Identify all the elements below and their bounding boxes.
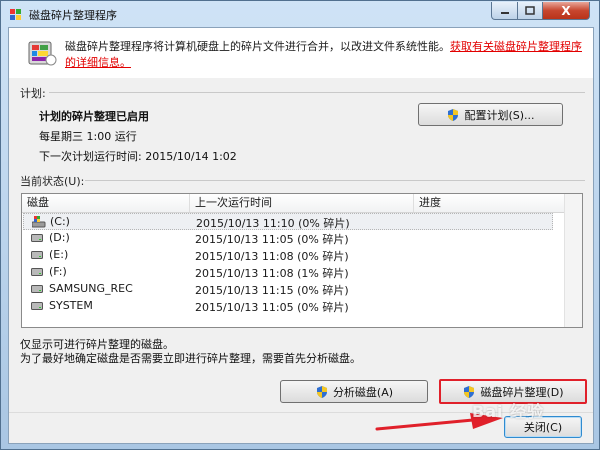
description-text: 磁盘碎片整理程序将计算机硬盘上的碎片文件进行合并，以改进文件系统性能。	[65, 40, 450, 53]
disk-last-run: 2015/10/13 11:08 (0% 碎片)	[195, 250, 349, 263]
list-scrollbar[interactable]	[564, 194, 582, 327]
column-disk[interactable]: 磁盘	[22, 194, 190, 212]
schedule-status: 计划的碎片整理已启用	[39, 110, 149, 123]
schedule-section-label: 计划:	[20, 87, 46, 100]
close-icon: X	[561, 3, 571, 18]
drive-icon	[31, 234, 43, 242]
column-last-run[interactable]: 上一次运行时间	[190, 194, 414, 212]
title-bar[interactable]: 磁盘碎片整理程序 X	[1, 1, 599, 27]
schedule-divider	[49, 92, 585, 93]
disk-last-run: 2015/10/13 11:08 (1% 碎片)	[195, 267, 349, 280]
maximize-icon	[525, 6, 535, 15]
disk-row[interactable]: SYSTEM 2015/10/13 11:05 (0% 碎片)	[23, 298, 553, 315]
drive-icon	[31, 285, 43, 293]
uac-shield-icon	[448, 108, 459, 121]
disk-name: SAMSUNG_REC	[49, 282, 133, 295]
disk-list[interactable]: 磁盘 上一次运行时间 进度 (C:) 2015/10/13 11:10 (0% …	[21, 193, 583, 328]
defrag-app-icon	[10, 9, 21, 20]
disk-last-run: 2015/10/13 11:15 (0% 碎片)	[195, 284, 349, 297]
header-description: 磁盘碎片整理程序将计算机硬盘上的碎片文件进行合并，以改进文件系统性能。获取有关磁…	[65, 39, 585, 71]
maximize-button[interactable]	[517, 2, 543, 20]
main-content: 磁盘碎片整理程序将计算机硬盘上的碎片文件进行合并，以改进文件系统性能。获取有关磁…	[8, 27, 594, 444]
uac-shield-icon	[464, 385, 475, 398]
disk-last-run: 2015/10/13 11:05 (0% 碎片)	[195, 233, 349, 246]
system-drive-icon	[32, 216, 46, 228]
window-close-button[interactable]: X	[542, 2, 590, 20]
configure-schedule-label: 配置计划(S)...	[464, 108, 535, 122]
disk-name: (D:)	[49, 231, 70, 244]
disk-row[interactable]: (C:) 2015/10/13 11:10 (0% 碎片)	[23, 213, 553, 230]
disk-row[interactable]: (E:) 2015/10/13 11:08 (0% 碎片)	[23, 247, 553, 264]
current-status-label: 当前状态(U):	[20, 175, 85, 188]
schedule-next-run: 下一次计划运行时间: 2015/10/14 1:02	[39, 150, 237, 163]
disk-name: (F:)	[49, 265, 67, 278]
header-area: 磁盘碎片整理程序将计算机硬盘上的碎片文件进行合并，以改进文件系统性能。获取有关磁…	[9, 28, 593, 78]
defrag-window: 磁盘碎片整理程序 X 磁盘碎片整理程序将计算机硬盘上的碎片文件进行合并，以改进文…	[0, 0, 600, 450]
status-divider	[85, 180, 585, 181]
disk-name: (C:)	[50, 215, 70, 228]
defrag-large-icon	[28, 41, 57, 66]
analyze-disk-label: 分析磁盘(A)	[332, 385, 394, 399]
baidu-jingyan-watermark: Bai 经验	[472, 402, 545, 421]
disk-row[interactable]: (D:) 2015/10/13 11:05 (0% 碎片)	[23, 230, 553, 247]
drive-icon	[31, 268, 43, 276]
list-header: 磁盘 上一次运行时间 进度	[22, 194, 582, 213]
disk-last-run: 2015/10/13 11:10 (0% 碎片)	[196, 217, 350, 230]
minimize-button[interactable]	[491, 2, 518, 20]
uac-shield-icon	[316, 385, 327, 398]
window-title: 磁盘碎片整理程序	[29, 9, 117, 22]
drive-icon	[31, 251, 43, 259]
schedule-frequency: 每星期三 1:00 运行	[39, 130, 137, 143]
configure-schedule-button[interactable]: 配置计划(S)...	[418, 103, 563, 126]
note-analyze-first: 为了最好地确定磁盘是否需要立即进行碎片整理，需要首先分析磁盘。	[20, 352, 361, 365]
disk-name: (E:)	[49, 248, 69, 261]
disk-last-run: 2015/10/13 11:05 (0% 碎片)	[195, 301, 349, 314]
analyze-disk-button[interactable]: 分析磁盘(A)	[280, 380, 428, 403]
disk-row[interactable]: (F:) 2015/10/13 11:08 (1% 碎片)	[23, 264, 553, 281]
minimize-icon	[500, 11, 509, 14]
drive-icon	[31, 302, 43, 310]
disk-row[interactable]: SAMSUNG_REC 2015/10/13 11:15 (0% 碎片)	[23, 281, 553, 298]
column-progress[interactable]: 进度	[414, 194, 566, 212]
disk-name: SYSTEM	[49, 299, 93, 312]
